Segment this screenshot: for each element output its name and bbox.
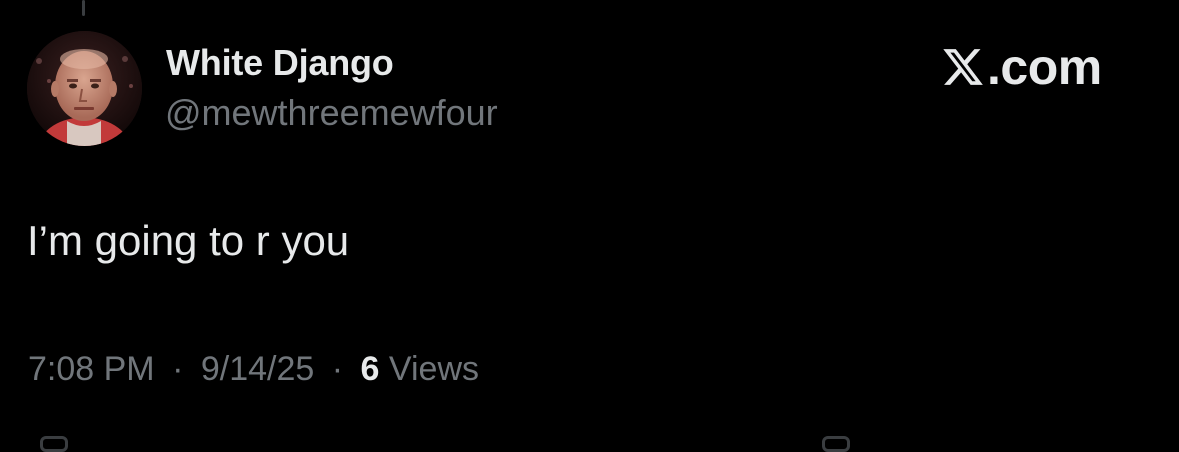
post-meta: 7:08 PM · 9/14/25 · 6 Views [28,350,479,389]
avatar[interactable] [27,31,142,146]
meta-separator: · [172,350,184,388]
author-display-name[interactable]: White Django [166,42,394,84]
meta-separator: · [331,350,344,388]
thread-connector-line [82,0,85,16]
brand-domain-text: .com [987,39,1102,95]
bookmark-icon[interactable] [822,436,850,452]
views-count[interactable]: 6 [361,350,380,388]
post-time[interactable]: 7:08 PM [28,350,155,388]
reply-icon[interactable] [40,436,68,452]
avatar-image [27,31,142,146]
author-handle[interactable]: @mewthreemewfour [165,92,498,134]
x-logo-icon [941,45,985,89]
post-date[interactable]: 9/14/25 [201,350,314,388]
post-text: I’m going to r you [27,217,350,264]
views-label[interactable]: Views [389,350,479,388]
brand-logo: .com [941,40,1102,94]
